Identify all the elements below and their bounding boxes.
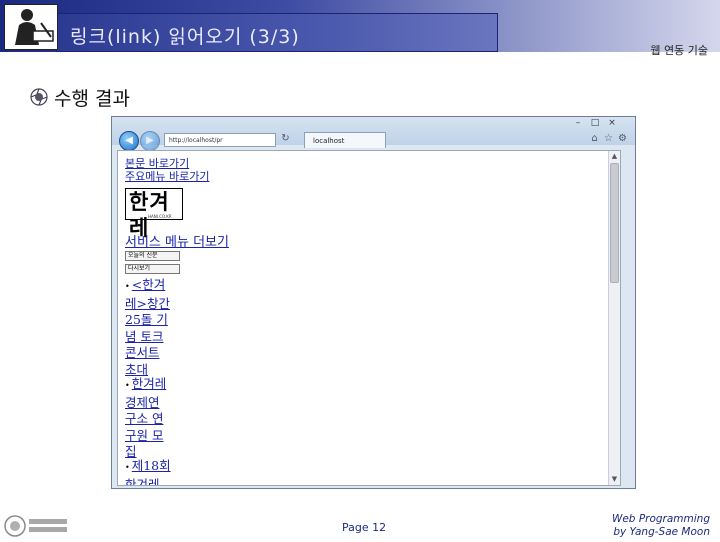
todays-paper-button[interactable]: 오늘의 신문 [125,251,180,261]
replay-button[interactable]: 다시보기 [125,264,180,274]
browser-tab[interactable]: localhost [304,132,386,148]
browser-window: – □ × ◀ ▶ http://localhost/pr ↻ localhos… [111,116,636,489]
scroll-thumb[interactable] [610,163,619,283]
footer-credit: Web Programming by Yang-Sae Moon [611,513,710,538]
hankyoreh-logo[interactable]: 한겨레 HANI.CO.KR [125,188,183,240]
home-icon[interactable]: ⌂ [589,133,600,144]
tools-gear-icon[interactable]: ⚙ [617,133,628,144]
browser-content: 본문 바로가기 주요메뉴 바로가기 한겨레 HANI.CO.KR 서비스 메뉴 … [117,150,621,486]
university-logo [4,514,70,538]
skip-to-menu-link[interactable]: 주요메뉴 바로가기 [125,168,209,184]
page-number: Page 12 [342,521,387,534]
service-menu-link[interactable]: 서비스 메뉴 더보기 [125,231,229,250]
close-icon[interactable]: × [605,119,619,128]
address-bar[interactable]: http://localhost/pr [164,133,276,147]
back-icon[interactable]: ◀ [119,131,139,151]
maximize-icon[interactable]: □ [588,119,602,128]
minimize-icon[interactable]: – [571,119,585,128]
vertical-scrollbar[interactable]: ▲ ▼ [608,151,620,485]
slide-title: 링크(link) 읽어오기 (3/3) [70,26,300,48]
news-item[interactable]: • 제18회 한겨레 [125,458,183,485]
refresh-icon[interactable]: ↻ [280,133,291,144]
scroll-up-icon[interactable]: ▲ [609,151,620,162]
favorites-icon[interactable]: ☆ [603,133,614,144]
forward-icon[interactable]: ▶ [140,131,160,151]
writer-logo-icon [4,4,58,50]
section-title: 수행 결과 [54,88,130,110]
news-item[interactable]: • 한겨레 경제연 구소 연 구원 모 집 [125,376,183,461]
bullet-icon [28,86,50,108]
slide-title-bar: 링크(link) 읽어오기 (3/3) [0,0,720,52]
scroll-down-icon[interactable]: ▼ [609,474,620,485]
news-item[interactable]: • <한겨 레>창간 25돌 기 념 토크 콘서트 초대 [125,277,183,378]
slide-subtitle: 웹 연동 기술 [650,44,708,57]
